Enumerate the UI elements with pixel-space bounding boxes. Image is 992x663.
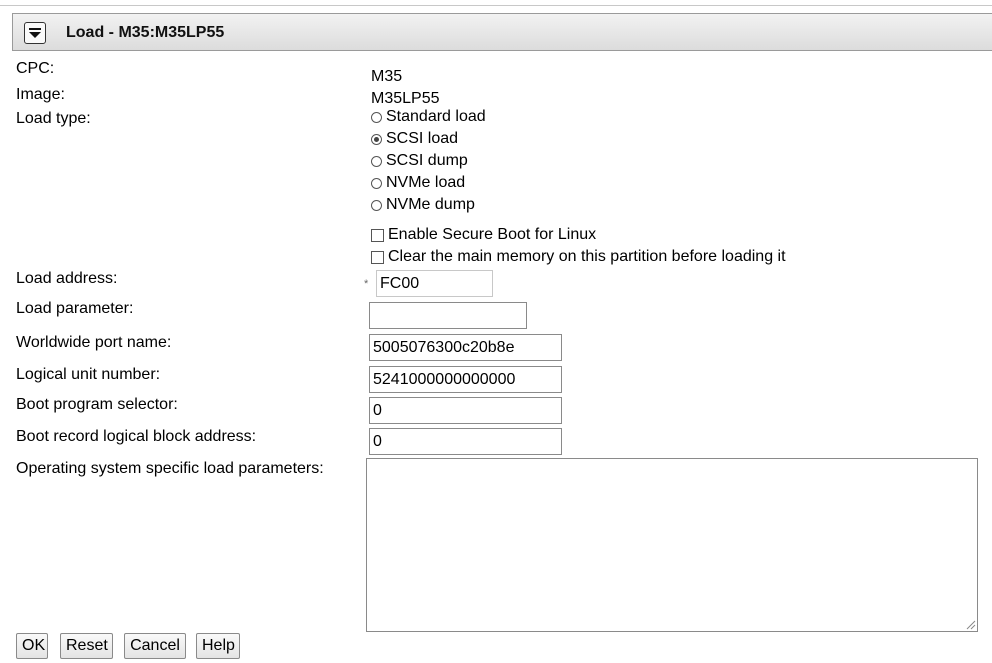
clear-memory-option[interactable]: Clear the main memory on this partition … — [371, 248, 786, 266]
required-marker: * — [364, 278, 369, 290]
help-button[interactable]: Help — [196, 633, 240, 659]
load-type-scsi-load[interactable]: SCSI load — [371, 130, 458, 148]
lun-input[interactable]: 5241000000000000 — [369, 366, 562, 393]
option-label: NVMe load — [386, 174, 466, 191]
load-parameter-input[interactable] — [369, 302, 527, 329]
reset-button[interactable]: Reset — [60, 633, 113, 659]
cpc-label: CPC: — [16, 60, 55, 77]
option-label: SCSI load — [386, 130, 459, 147]
radio-button[interactable] — [371, 155, 382, 167]
load-type-nvme-load[interactable]: NVMe load — [371, 174, 465, 192]
cpc-value: M35 — [371, 68, 403, 85]
checkbox-label: Clear the main memory on this partition … — [388, 248, 786, 265]
ok-button[interactable]: OK — [16, 633, 48, 659]
lun-label: Logical unit number: — [16, 366, 161, 383]
os-load-parameters-textarea[interactable] — [366, 458, 978, 632]
boot-program-selector-label: Boot program selector: — [16, 396, 178, 413]
radio-button[interactable] — [371, 199, 382, 211]
option-label: Standard load — [386, 108, 486, 125]
wwpn-label: Worldwide port name: — [16, 334, 172, 351]
clear-memory-checkbox[interactable] — [371, 250, 384, 264]
image-label: Image: — [16, 86, 65, 103]
secure-boot-checkbox[interactable] — [371, 228, 384, 242]
resize-handle-icon[interactable] — [964, 618, 976, 630]
option-label: SCSI dump — [386, 152, 468, 169]
load-parameter-label: Load parameter: — [16, 300, 134, 317]
secure-boot-option[interactable]: Enable Secure Boot for Linux — [371, 226, 596, 244]
radio-button[interactable] — [371, 111, 382, 123]
radio-button[interactable] — [371, 177, 382, 189]
option-label: NVMe dump — [386, 196, 475, 213]
checkbox-label: Enable Secure Boot for Linux — [388, 226, 597, 243]
load-type-label: Load type: — [16, 110, 91, 127]
load-type-standard-load[interactable]: Standard load — [371, 108, 486, 126]
boot-record-lba-input[interactable]: 0 — [369, 428, 562, 455]
load-address-input[interactable]: FC00 — [376, 270, 493, 297]
radio-button-selected[interactable] — [371, 133, 382, 145]
wwpn-input[interactable]: 5005076300c20b8e — [369, 334, 562, 361]
boot-record-lba-label: Boot record logical block address: — [16, 428, 257, 445]
menu-dropdown-icon[interactable] — [24, 22, 46, 44]
load-type-nvme-dump[interactable]: NVMe dump — [371, 196, 475, 214]
load-type-scsi-dump[interactable]: SCSI dump — [371, 152, 468, 170]
boot-program-selector-input[interactable]: 0 — [369, 397, 562, 424]
load-address-label: Load address: — [16, 270, 118, 287]
top-divider — [0, 5, 992, 6]
cancel-button[interactable]: Cancel — [124, 633, 186, 659]
os-load-parameters-label: Operating system specific load parameter… — [16, 460, 324, 477]
title-bar: Load - M35:M35LP55 — [12, 13, 992, 51]
window-title: Load - M35:M35LP55 — [66, 24, 225, 41]
image-value: M35LP55 — [371, 90, 440, 107]
